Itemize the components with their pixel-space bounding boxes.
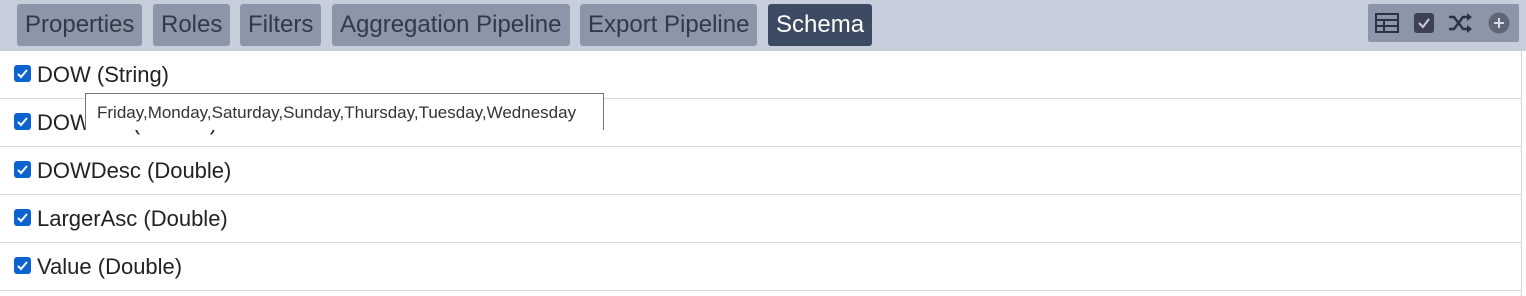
schema-field-row: DOWDesc (Double) xyxy=(0,147,1521,195)
schema-field-row: DOW (String) xyxy=(0,51,1521,99)
field-label: DOWDesc (Double) xyxy=(37,158,232,183)
tab-export-pipeline[interactable]: Export Pipeline xyxy=(580,4,758,46)
table-icon[interactable] xyxy=(1374,10,1400,36)
field-checkbox[interactable] xyxy=(14,65,31,82)
field-label: LargerAsc (Double) xyxy=(37,206,228,231)
field-checkbox[interactable] xyxy=(14,209,31,226)
values-tooltip: Friday,Monday,Saturday,Sunday,Thursday,T… xyxy=(85,93,604,130)
field-checkbox[interactable] xyxy=(14,257,31,274)
scrollbar-edge xyxy=(1521,51,1522,296)
field-checkbox[interactable] xyxy=(14,113,31,130)
field-label: Value (Double) xyxy=(37,254,183,279)
tab-aggregation-pipeline[interactable]: Aggregation Pipeline xyxy=(332,4,570,46)
add-circle-icon[interactable] xyxy=(1486,10,1512,36)
tab-roles[interactable]: Roles xyxy=(153,4,231,46)
schema-field-row: Value (Double) xyxy=(0,243,1521,291)
tab-bar: Properties Roles Filters Aggregation Pip… xyxy=(0,0,1526,51)
schema-field-row: LargerAsc (Double) xyxy=(0,195,1521,243)
tab-schema[interactable]: Schema xyxy=(768,4,873,46)
tab-properties[interactable]: Properties xyxy=(17,4,143,46)
toolbar xyxy=(1368,4,1519,42)
field-label: DOW (String) xyxy=(37,62,169,87)
shuffle-icon[interactable] xyxy=(1447,10,1473,36)
field-checkbox[interactable] xyxy=(14,161,31,178)
tab-filters[interactable]: Filters xyxy=(240,4,322,46)
check-square-icon[interactable] xyxy=(1411,10,1437,36)
